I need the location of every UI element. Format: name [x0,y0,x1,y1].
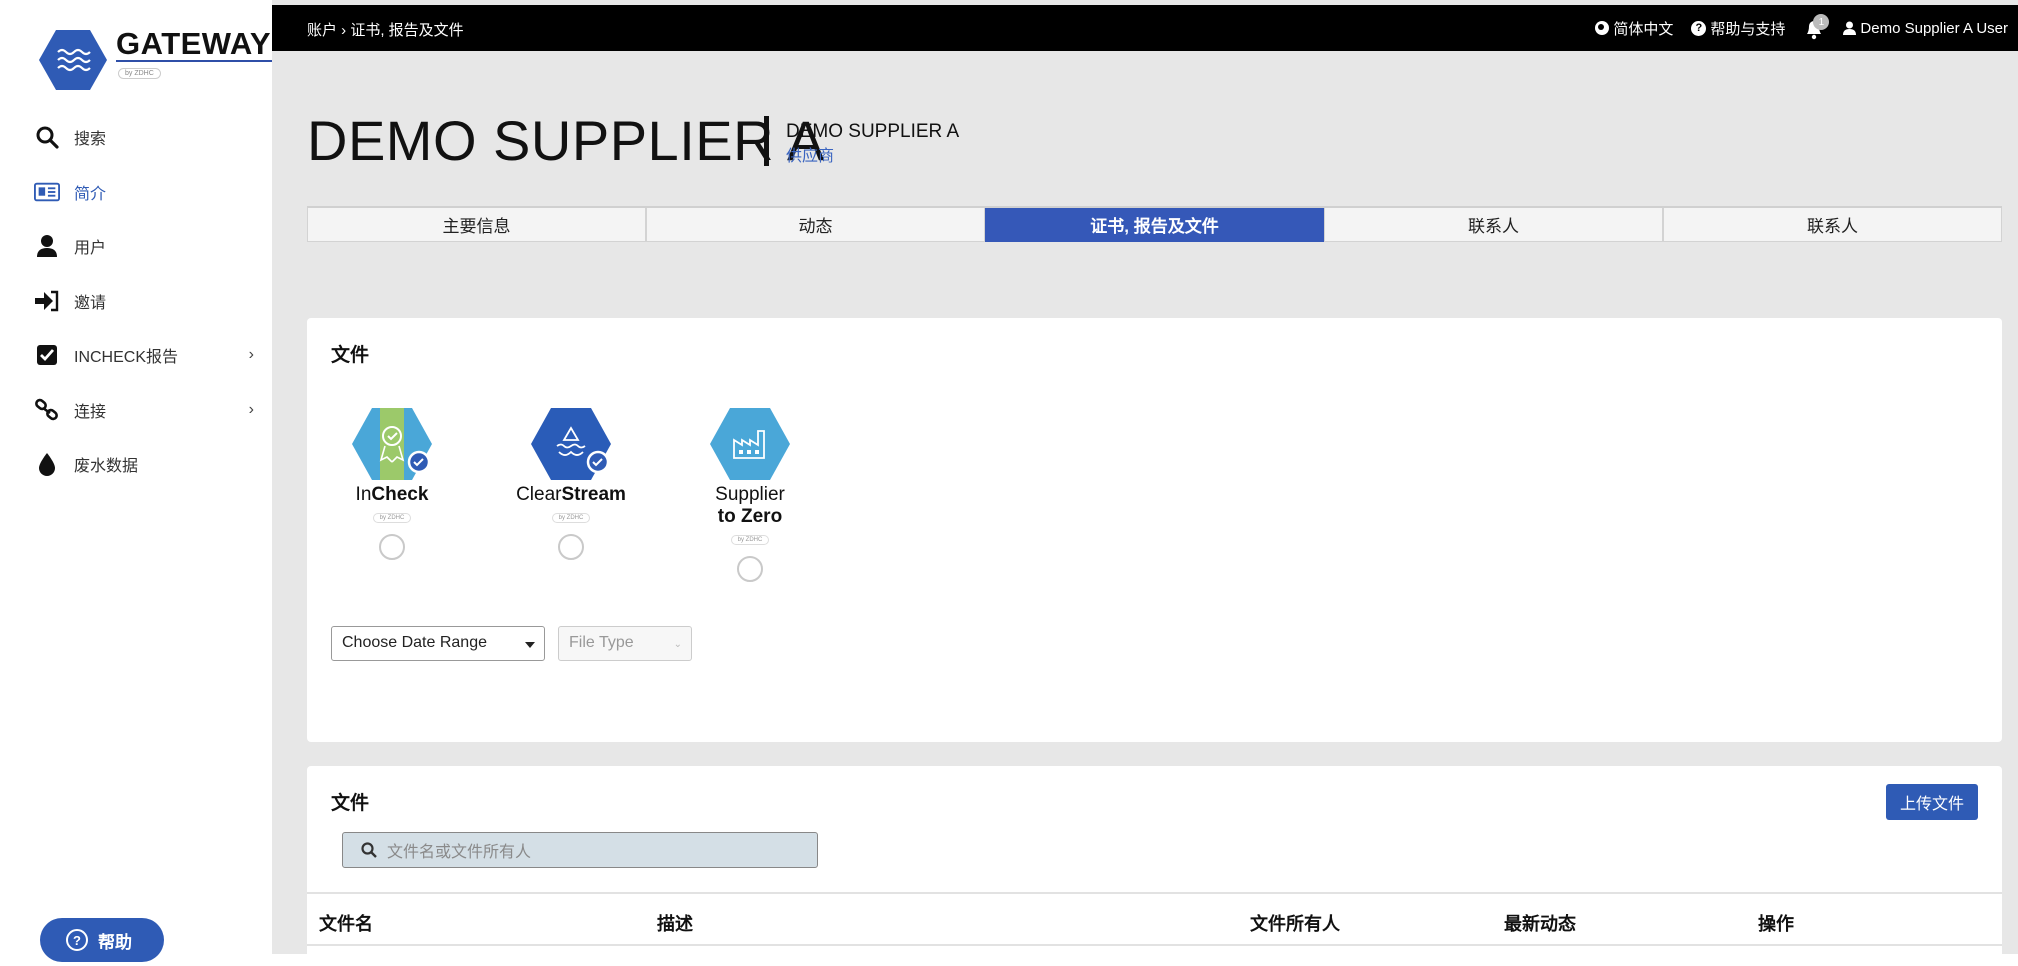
documents-filter-card: 文件 InCheck by ZDHC ClearStream by ZDHC S… [307,318,2002,742]
upload-file-button[interactable]: 上传文件 [1886,784,1978,820]
invite-icon [34,288,60,314]
sidebar-item-label: INCHECK报告 [74,349,179,367]
files-table-header: 文件名 描述 文件所有人 最新动态 操作 [307,892,2002,946]
program-byline: by ZDHC [730,535,770,545]
sidebar: GATEWAY by ZDHC 搜索 简介 用户 邀请 INCHECK报告 › … [0,0,284,962]
language-selector[interactable]: 简体中文 [1595,18,1673,39]
question-icon: ? [66,929,88,951]
brand-underline [116,60,284,62]
chevron-down-icon: ⌄ [673,639,682,650]
program-byline: by ZDHC [551,513,591,523]
help-support-label: 帮助与支持 [1710,20,1786,38]
sidebar-item-wastewater[interactable]: 废水数据 [0,437,272,492]
sidebar-item-invite[interactable]: 邀请 [0,274,272,329]
breadcrumb[interactable]: 账户 › 证书, 报告及文件 [307,19,464,40]
user-icon [34,233,60,259]
tab-activity[interactable]: 动态 [646,208,985,242]
program-clearstream[interactable]: ClearStream by ZDHC [491,406,651,560]
card-title: 文件 [331,793,370,814]
supplier-to-zero-logo-icon [710,408,790,480]
sidebar-nav: 搜索 简介 用户 邀请 INCHECK报告 › 连接 › 废水数据 [0,110,272,492]
title-divider [764,116,769,166]
sidebar-item-profile[interactable]: 简介 [0,165,272,220]
notification-count-badge: 1 [1813,14,1830,30]
caret-down-icon [525,642,535,648]
tab-contacts[interactable]: 联系人 [1324,208,1663,242]
files-card: 文件 上传文件 文件名或文件所有人 文件名 描述 文件所有人 最新动态 操作 [307,766,2002,966]
date-range-value: Choose Date Range [342,634,487,651]
brand-name: GATEWAY [116,26,272,61]
sidebar-item-users[interactable]: 用户 [0,219,272,274]
chevron-right-icon: › [248,400,254,418]
page-subtitle: DEMO SUPPLIER A [786,121,960,142]
sidebar-item-label: 用户 [74,240,107,258]
search-icon [34,124,60,150]
program-name: Supplier to Zero [715,484,785,527]
main-content: 账户 › 证书, 报告及文件 简体中文 ? 帮助与支持 1 Demo Suppl… [272,0,2018,966]
profile-tabs: 主要信息 动态 证书, 报告及文件 联系人 联系人 [307,206,2002,242]
sidebar-item-search[interactable]: 搜索 [0,110,272,165]
tab-main-info[interactable]: 主要信息 [307,208,646,242]
user-name: Demo Supplier A User [1860,19,2008,37]
notifications-button[interactable]: 1 [1803,14,1830,40]
column-header-latest-activity[interactable]: 最新动态 [1504,910,1576,936]
user-icon [1843,21,1857,35]
tab-contacts-2[interactable]: 联系人 [1663,208,2002,242]
program-incheck[interactable]: InCheck by ZDHC [312,406,472,560]
clearstream-logo-icon [531,408,611,480]
program-name: InCheck [355,484,429,505]
incheck-radio[interactable] [379,534,405,560]
help-button[interactable]: ? 帮助 [40,918,164,962]
file-type-select[interactable]: File Type ⌄ [558,626,692,661]
program-supplier-to-zero[interactable]: Supplier to Zero by ZDHC [670,406,830,582]
gateway-hex-icon [39,30,107,90]
top-bar: 账户 › 证书, 报告及文件 简体中文 ? 帮助与支持 1 Demo Suppl… [272,5,2018,51]
search-icon [361,842,377,858]
gateway-logo[interactable]: GATEWAY by ZDHC [38,26,284,96]
bell-icon: 1 [1803,14,1830,40]
globe-icon [1595,21,1610,35]
supplier-to-zero-radio[interactable] [737,556,763,582]
card-title: 文件 [331,345,370,366]
help-support-link[interactable]: ? 帮助与支持 [1691,18,1785,39]
user-menu[interactable]: Demo Supplier A User [1843,20,2008,37]
sidebar-item-connections[interactable]: 连接 › [0,383,272,438]
search-placeholder: 文件名或文件所有人 [387,844,532,861]
top-bar-actions: 简体中文 ? 帮助与支持 1 Demo Supplier A User [1595,5,2008,51]
sidebar-item-label: 邀请 [74,294,107,312]
help-button-label: 帮助 [98,932,132,952]
chevron-right-icon: › [248,346,254,364]
incheck-logo-icon [352,408,432,480]
sidebar-item-label: 废水数据 [74,458,139,476]
column-header-filename[interactable]: 文件名 [319,910,373,936]
sidebar-item-label: 连接 [74,403,107,421]
column-header-actions[interactable]: 操作 [1758,910,1794,936]
question-circle-icon: ? [1691,20,1707,36]
program-name: ClearStream [516,484,626,505]
sidebar-item-incheck-reports[interactable]: INCHECK报告 › [0,328,272,383]
clearstream-radio[interactable] [558,534,584,560]
brand-byline: by ZDHC [118,68,161,79]
sidebar-item-label: 简介 [74,185,107,203]
profile-card-icon [34,179,60,205]
date-range-select[interactable]: Choose Date Range [331,626,545,661]
link-icon [34,397,60,423]
water-drop-icon [34,451,60,477]
column-header-owner[interactable]: 文件所有人 [1250,910,1340,936]
language-label: 简体中文 [1613,20,1674,38]
file-search-input[interactable]: 文件名或文件所有人 [342,832,818,868]
page-role: 供应商 [786,148,835,165]
file-type-placeholder: File Type [569,634,634,651]
tab-certificates-reports-files[interactable]: 证书, 报告及文件 [985,208,1324,242]
sidebar-item-label: 搜索 [74,131,107,149]
column-header-description[interactable]: 描述 [657,910,693,936]
page-title: DEMO SUPPLIER A [307,109,825,172]
checkbox-icon [34,342,60,368]
program-byline: by ZDHC [372,513,412,523]
